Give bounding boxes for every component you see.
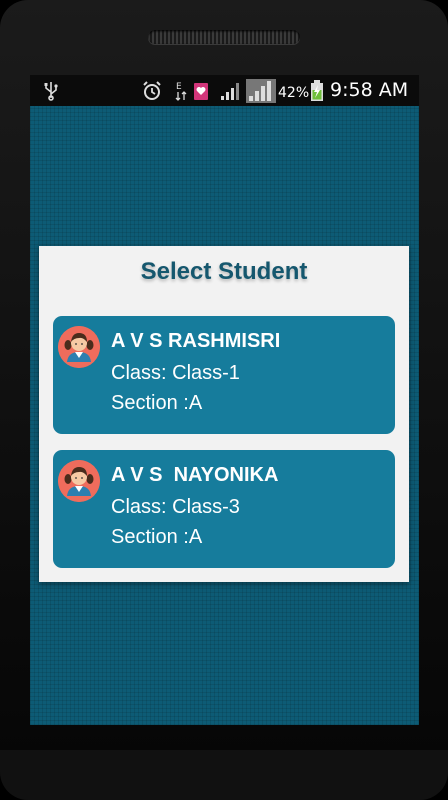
student-card[interactable]: A V S NAYONIKA Class: Class-3 Section :A xyxy=(53,450,395,568)
app-screen: E 42% 9:58 AM Select Student A V S RASHM… xyxy=(30,75,419,725)
data-transfer-icon: E xyxy=(175,80,187,102)
status-time: 9:58 AM xyxy=(330,79,409,101)
signal-icon xyxy=(220,80,242,102)
student-name: A V S NAYONIKA xyxy=(111,464,279,486)
student-card[interactable]: A V S RASHMISRI Class: Class-1 Section :… xyxy=(53,316,395,434)
battery-charging-icon xyxy=(310,80,324,102)
svg-text:E: E xyxy=(176,82,182,92)
phone-frame: E 42% 9:58 AM Select Student A V S RASHM… xyxy=(0,0,448,800)
student-section: Section :A xyxy=(111,392,203,414)
usb-icon xyxy=(44,80,58,102)
phone-bottom-bezel xyxy=(0,750,448,800)
dialog-title: Select Student xyxy=(140,258,308,285)
alarm-icon xyxy=(142,80,162,102)
battery-percent: 42% xyxy=(278,85,310,101)
student-girl-avatar-icon xyxy=(58,460,100,502)
phone-speaker xyxy=(148,30,300,44)
status-bar: E 42% 9:58 AM xyxy=(30,75,419,106)
message-icon xyxy=(193,80,209,102)
student-name: A V S RASHMISRI xyxy=(111,330,281,352)
student-class: Class: Class-3 xyxy=(111,496,240,518)
signal-icon xyxy=(246,79,276,103)
student-class: Class: Class-1 xyxy=(111,362,240,384)
student-girl-avatar-icon xyxy=(58,326,100,368)
select-student-dialog: Select Student A V S RASHMISRI Class: Cl… xyxy=(39,246,409,582)
student-section: Section :A xyxy=(111,526,203,548)
